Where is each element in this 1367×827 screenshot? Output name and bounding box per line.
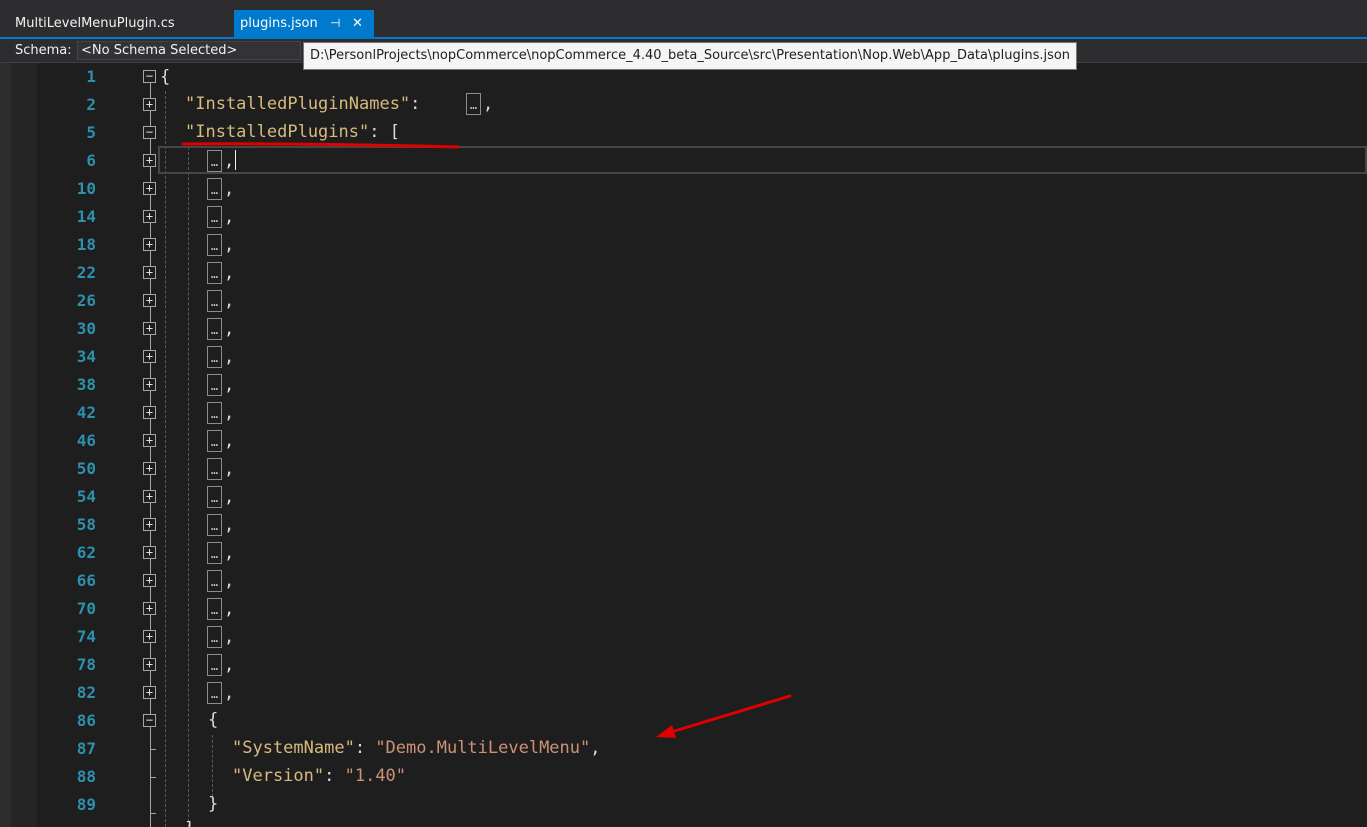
document-tab-strip: MultiLevelMenuPlugin.cs plugins.json ⊣ ✕: [0, 0, 1367, 37]
code-editor[interactable]: 1 2 5 6 10 14 18 22 26 30 34 38 42 46 50 54 58 62 66 70 74 78…: [0, 63, 1367, 827]
pin-icon[interactable]: ⊣: [330, 10, 340, 37]
close-icon[interactable]: ✕: [352, 10, 363, 37]
schema-label: Schema:: [15, 43, 72, 58]
red-arrow-head-icon: [656, 725, 676, 738]
annotation-layer: [181, 142, 792, 738]
schema-dropdown[interactable]: <No Schema Selected>: [77, 41, 301, 60]
file-path-tooltip: D:\PersonlProjects\nopCommerce\nopCommer…: [303, 42, 1078, 70]
tab-multilevelmenuplugin-cs[interactable]: MultiLevelMenuPlugin.cs: [5, 10, 185, 37]
tab-label: plugins.json: [240, 16, 318, 31]
tab-plugins-json[interactable]: plugins.json ⊣ ✕: [234, 10, 374, 37]
red-underline-annotation: [181, 142, 460, 149]
red-arrow-annotation: [666, 694, 792, 735]
